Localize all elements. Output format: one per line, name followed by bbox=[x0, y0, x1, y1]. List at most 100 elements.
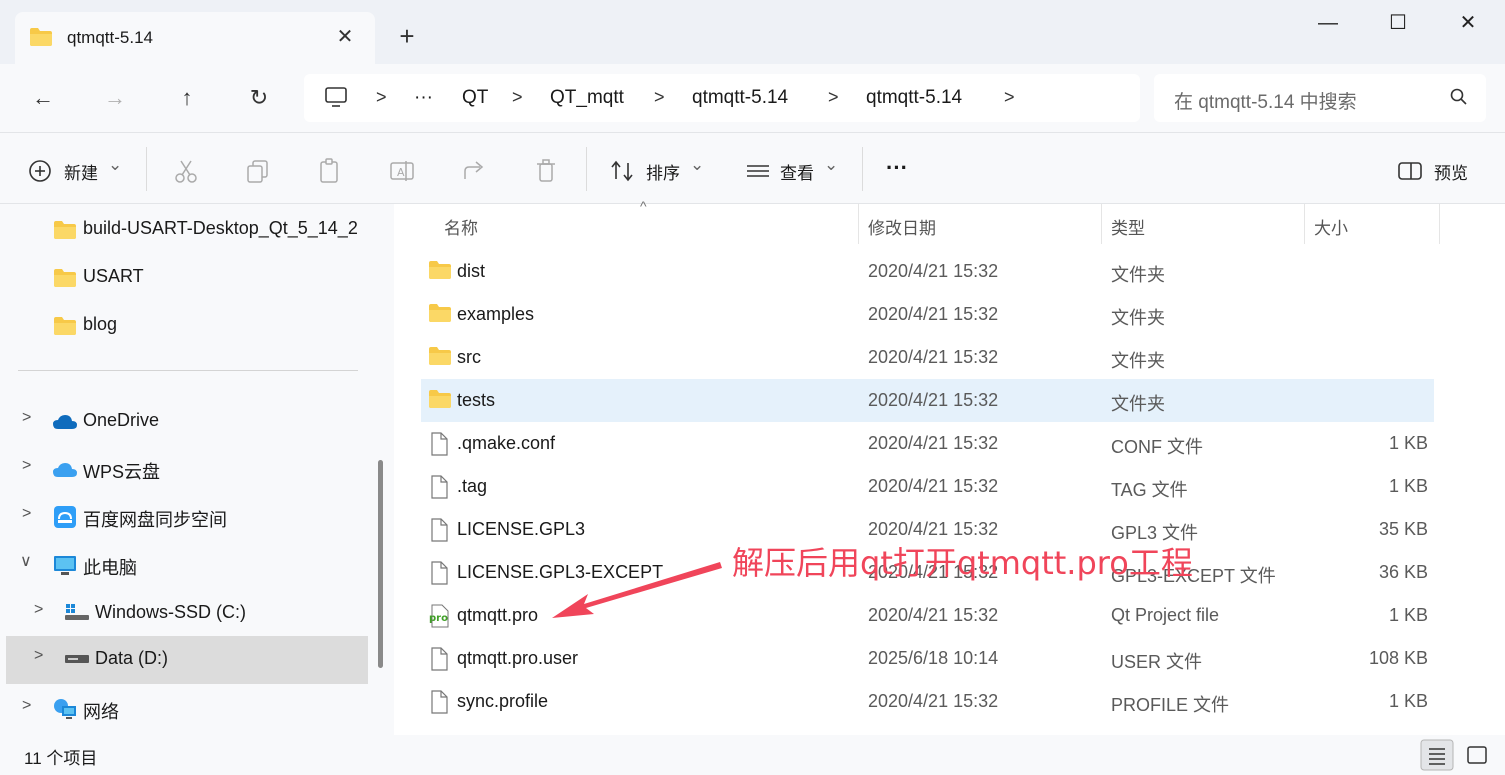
chevron-down-icon: ⌄ bbox=[108, 155, 123, 174]
forward-button[interactable]: → bbox=[98, 82, 132, 116]
column-header-name[interactable]: 名称 bbox=[444, 214, 478, 239]
sidebar-item-wps[interactable]: > WPS云盘 bbox=[0, 446, 370, 492]
table-row[interactable]: tests 2020/4/21 15:32 文件夹 bbox=[421, 379, 1434, 422]
divider bbox=[862, 147, 863, 191]
cut-icon[interactable] bbox=[172, 157, 200, 185]
sort-icon[interactable] bbox=[608, 157, 636, 185]
chevron-right-icon[interactable]: > bbox=[34, 647, 43, 665]
share-icon[interactable] bbox=[460, 157, 488, 185]
column-header-size[interactable]: 大小 bbox=[1314, 214, 1348, 239]
up-button[interactable]: ↑ bbox=[170, 82, 204, 116]
more-button[interactable]: ··· bbox=[886, 155, 908, 181]
refresh-button[interactable]: ↻ bbox=[242, 82, 276, 116]
chevron-down-icon[interactable]: ∨ bbox=[20, 551, 32, 571]
chevron-right-icon[interactable]: > bbox=[22, 697, 31, 715]
preview-pane-icon[interactable] bbox=[1396, 157, 1424, 185]
file-type: Qt Project file bbox=[1111, 605, 1220, 625]
file-date: 2020/4/21 15:32 bbox=[868, 390, 999, 410]
sidebar-item-blog[interactable]: blog bbox=[0, 302, 370, 348]
tab-close-button[interactable]: ✕ bbox=[331, 24, 359, 52]
new-button[interactable]: 新建 bbox=[64, 159, 98, 184]
file-size: 35 KB bbox=[1378, 519, 1428, 539]
file-list: ^ 名称 修改日期 类型 大小 dist 2020/4/21 15:32 文件夹 ex… bbox=[394, 198, 1505, 735]
minimize-button[interactable]: — bbox=[1308, 10, 1348, 38]
column-divider[interactable] bbox=[1439, 204, 1440, 244]
sidebar-scrollbar[interactable] bbox=[378, 460, 383, 668]
breadcrumb-item[interactable]: qtmqtt-5.14 bbox=[866, 87, 962, 109]
file-type: 文件夹 bbox=[1111, 308, 1165, 328]
sort-button[interactable]: 排序 bbox=[646, 159, 680, 184]
sidebar-item-this-pc[interactable]: ∨ 此电脑 bbox=[0, 542, 370, 588]
file-type: 文件夹 bbox=[1111, 265, 1165, 285]
item-count: 11 个项目 bbox=[24, 749, 98, 768]
view-icon[interactable] bbox=[744, 157, 772, 185]
add-icon[interactable] bbox=[26, 157, 54, 185]
column-header-type[interactable]: 类型 bbox=[1111, 214, 1145, 239]
address-bar[interactable]: > ··· QT > QT_mqtt > qtmqtt-5.14 > qtmqt… bbox=[304, 74, 1140, 122]
sidebar-item-drive-c[interactable]: > Windows-SSD (C:) bbox=[0, 590, 370, 636]
sort-arrow-icon: ^ bbox=[640, 198, 647, 214]
file-icon bbox=[431, 475, 448, 499]
paste-icon[interactable] bbox=[316, 157, 344, 185]
rename-icon[interactable]: A bbox=[388, 157, 416, 185]
column-header-date[interactable]: 修改日期 bbox=[868, 214, 936, 239]
navigation-bar: ← → ↑ ↻ > ··· QT > QT_mqtt > qtmqtt-5.14… bbox=[0, 64, 1505, 132]
maximize-button[interactable]: ☐ bbox=[1378, 10, 1418, 38]
sidebar-item-onedrive[interactable]: > OneDrive bbox=[0, 398, 370, 444]
file-icon bbox=[431, 647, 448, 671]
breadcrumb-separator: > bbox=[654, 87, 665, 107]
tab-active[interactable]: qtmqtt-5.14 ✕ bbox=[15, 12, 375, 64]
sidebar-item-baidu[interactable]: > 百度网盘同步空间 bbox=[0, 494, 370, 540]
chevron-right-icon[interactable]: > bbox=[22, 457, 31, 475]
file-size: 1 KB bbox=[1388, 691, 1428, 711]
sidebar-item-build-usart[interactable]: build-USART-Desktop_Qt_5_14_2 bbox=[0, 206, 370, 252]
table-row[interactable]: qtmqtt.pro.user 2025/6/18 10:14 USER 文件 108… bbox=[421, 637, 1434, 680]
wps-cloud-icon bbox=[53, 463, 77, 477]
new-tab-button[interactable]: + bbox=[392, 22, 422, 52]
file-type: 文件夹 bbox=[1111, 394, 1165, 414]
search-input[interactable]: 在 qtmqtt-5.14 中搜索 bbox=[1154, 74, 1486, 122]
chevron-right-icon[interactable]: > bbox=[22, 505, 31, 523]
column-divider[interactable] bbox=[1304, 204, 1305, 244]
breadcrumb-separator: > bbox=[828, 87, 839, 107]
table-row[interactable]: .tag 2020/4/21 15:32 TAG 文件 1 KB bbox=[421, 465, 1434, 508]
back-button[interactable]: ← bbox=[26, 82, 60, 116]
view-button[interactable]: 查看 bbox=[780, 159, 814, 184]
delete-icon[interactable] bbox=[532, 157, 560, 185]
preview-button[interactable]: 预览 bbox=[1434, 159, 1468, 184]
network-icon bbox=[54, 699, 76, 719]
sidebar-item-usart[interactable]: USART bbox=[0, 254, 370, 300]
breadcrumb-overflow[interactable]: ··· bbox=[414, 87, 433, 109]
chevron-down-icon: ⌄ bbox=[824, 155, 839, 174]
table-row[interactable]: examples 2020/4/21 15:32 文件夹 bbox=[421, 293, 1434, 336]
table-row[interactable]: dist 2020/4/21 15:32 文件夹 bbox=[421, 250, 1434, 293]
computer-icon bbox=[325, 87, 347, 107]
file-name: src bbox=[457, 347, 481, 367]
file-date: 2020/4/21 15:32 bbox=[868, 519, 999, 539]
tiles-view-icon[interactable] bbox=[1460, 739, 1494, 771]
table-row[interactable]: .qmake.conf 2020/4/21 15:32 CONF 文件 1 KB bbox=[421, 422, 1434, 465]
breadcrumb-item[interactable]: QT_mqtt bbox=[550, 87, 624, 109]
folder-icon bbox=[429, 261, 451, 279]
annotation-text: 解压后用qt打开qtmqtt.pro工程 bbox=[732, 544, 1193, 582]
breadcrumb-item[interactable]: QT bbox=[462, 87, 488, 109]
copy-icon[interactable] bbox=[244, 157, 272, 185]
sidebar-item-drive-d[interactable]: > Data (D:) bbox=[6, 636, 368, 684]
chevron-right-icon[interactable]: > bbox=[34, 601, 43, 619]
table-row[interactable]: src 2020/4/21 15:32 文件夹 bbox=[421, 336, 1434, 379]
sidebar-item-network[interactable]: > 网络 bbox=[0, 686, 370, 732]
close-window-button[interactable]: ✕ bbox=[1448, 10, 1488, 38]
column-divider[interactable] bbox=[1101, 204, 1102, 244]
file-type: PROFILE 文件 bbox=[1111, 695, 1230, 715]
chevron-right-icon[interactable]: > bbox=[22, 409, 31, 427]
table-row[interactable]: sync.profile 2020/4/21 15:32 PROFILE 文件 1 K… bbox=[421, 680, 1434, 723]
details-view-icon[interactable] bbox=[1420, 739, 1454, 771]
sidebar-item-label: build-USART-Desktop_Qt_5_14_2 bbox=[83, 218, 358, 238]
folder-icon bbox=[54, 221, 76, 239]
file-size: 1 KB bbox=[1388, 605, 1428, 625]
status-bar: 11 个项目 bbox=[0, 735, 1505, 775]
file-date: 2020/4/21 15:32 bbox=[868, 605, 999, 625]
breadcrumb-item[interactable]: qtmqtt-5.14 bbox=[692, 87, 788, 109]
file-icon bbox=[431, 518, 448, 542]
column-divider[interactable] bbox=[858, 204, 859, 244]
